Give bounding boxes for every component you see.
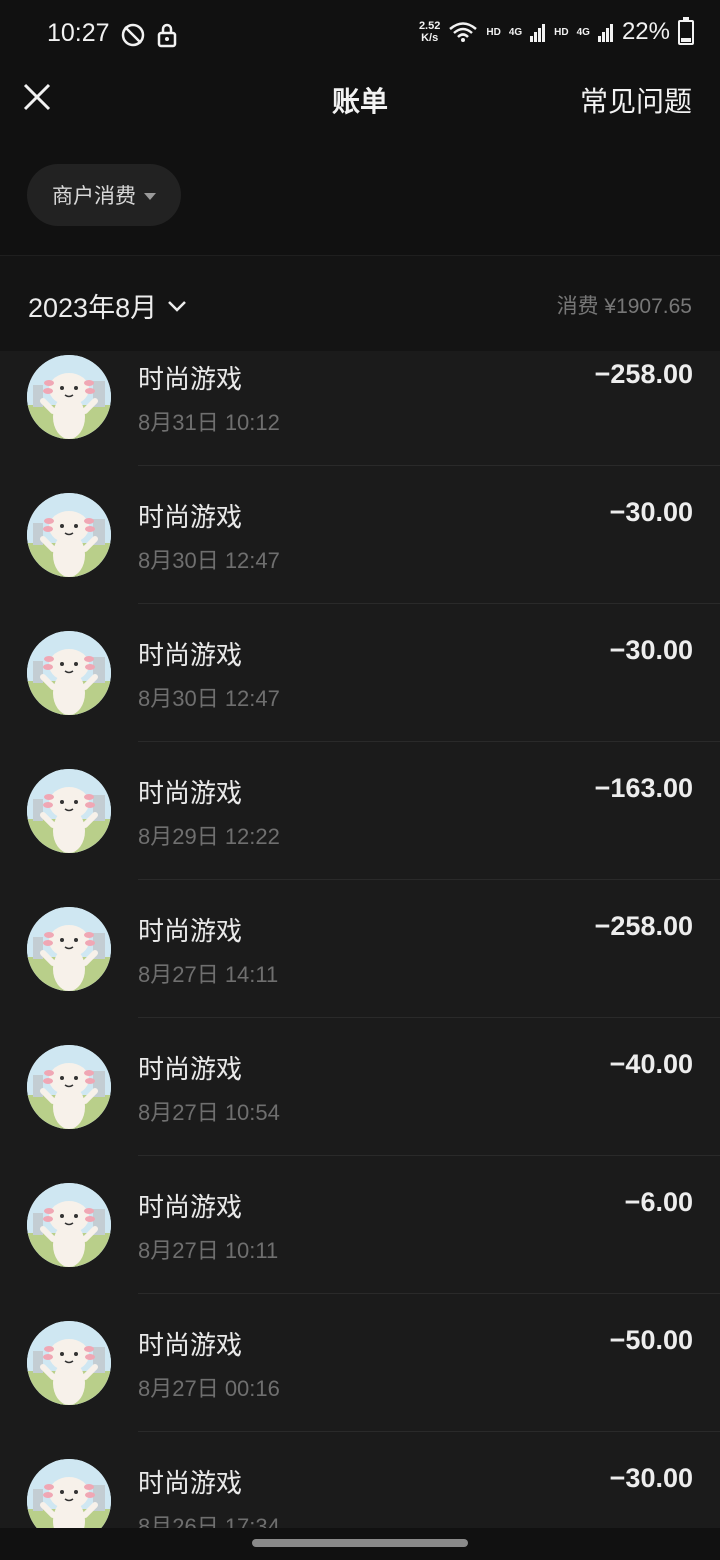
caret-down-icon bbox=[144, 192, 156, 200]
merchant-avatar bbox=[27, 1183, 111, 1267]
merchant-name: 时尚游戏 bbox=[138, 1468, 243, 1498]
status-time: 10:27 bbox=[47, 19, 110, 47]
axolotl-avatar-icon bbox=[27, 907, 111, 991]
list-item[interactable]: 时尚游戏 8月26日 17:34 −30.00 bbox=[0, 1457, 720, 1528]
merchant-name: 时尚游戏 bbox=[138, 364, 243, 394]
transaction-amount: −50.00 bbox=[609, 1325, 693, 1355]
merchant-name: 时尚游戏 bbox=[138, 502, 243, 532]
month-summary: 消费 ¥1907.65 bbox=[556, 295, 692, 318]
transaction-amount: −30.00 bbox=[609, 1463, 693, 1493]
divider bbox=[138, 1431, 720, 1432]
axolotl-avatar-icon bbox=[27, 631, 111, 715]
transaction-amount: −40.00 bbox=[609, 1049, 693, 1079]
list-item[interactable]: 时尚游戏 8月27日 10:54 −40.00 bbox=[0, 1043, 720, 1181]
transaction-amount: −30.00 bbox=[609, 635, 693, 665]
transaction-amount: −30.00 bbox=[609, 497, 693, 527]
merchant-avatar bbox=[27, 1459, 111, 1528]
status-bar: 10:27 2.52 K/s HD 4G HD 4G 22% bbox=[0, 0, 720, 70]
merchant-name: 时尚游戏 bbox=[138, 640, 243, 670]
transaction-time: 8月27日 00:16 bbox=[138, 1376, 280, 1401]
transaction-time: 8月30日 12:47 bbox=[138, 686, 280, 711]
list-item[interactable]: 时尚游戏 8月27日 00:16 −50.00 bbox=[0, 1319, 720, 1457]
merchant-name: 时尚游戏 bbox=[138, 1330, 243, 1360]
divider bbox=[138, 465, 720, 466]
axolotl-avatar-icon bbox=[27, 493, 111, 577]
month-bar: 2023年8月 消费 ¥1907.65 bbox=[0, 255, 720, 352]
hd-label-1: HD bbox=[486, 26, 501, 38]
signal-icon bbox=[530, 24, 546, 42]
transaction-time: 8月27日 10:11 bbox=[138, 1238, 279, 1263]
status-left-icons bbox=[120, 22, 178, 48]
transaction-time: 8月27日 10:54 bbox=[138, 1100, 280, 1125]
merchant-name: 时尚游戏 bbox=[138, 1192, 243, 1222]
divider bbox=[138, 741, 720, 742]
divider bbox=[138, 879, 720, 880]
transaction-amount: −6.00 bbox=[624, 1187, 693, 1217]
merchant-avatar bbox=[27, 907, 111, 991]
axolotl-avatar-icon bbox=[27, 1321, 111, 1405]
merchant-name: 时尚游戏 bbox=[138, 1054, 243, 1084]
axolotl-avatar-icon bbox=[27, 1459, 111, 1528]
status-right: 2.52 K/s HD 4G HD 4G 22% bbox=[419, 16, 694, 46]
network-label-1: 4G bbox=[508, 26, 523, 38]
list-item[interactable]: 时尚游戏 8月29日 12:22 −163.00 bbox=[0, 767, 720, 905]
wifi-icon bbox=[449, 22, 478, 42]
battery-percent: 22% bbox=[621, 18, 670, 45]
divider bbox=[138, 1293, 720, 1294]
axolotl-avatar-icon bbox=[27, 355, 111, 439]
list-item[interactable]: 时尚游戏 8月27日 10:11 −6.00 bbox=[0, 1181, 720, 1319]
axolotl-avatar-icon bbox=[27, 769, 111, 853]
merchant-name: 时尚游戏 bbox=[138, 916, 243, 946]
merchant-avatar bbox=[27, 355, 111, 439]
navigation-area bbox=[0, 1528, 720, 1560]
filter-dropdown[interactable]: 商户消费 bbox=[27, 164, 181, 226]
list-item[interactable]: 时尚游戏 8月30日 12:47 −30.00 bbox=[0, 491, 720, 629]
merchant-avatar bbox=[27, 493, 111, 577]
merchant-avatar bbox=[27, 769, 111, 853]
top-bar: 账单 常见问题 bbox=[0, 70, 720, 130]
month-selector[interactable]: 2023年8月 bbox=[28, 286, 187, 325]
network-label-2: 4G bbox=[576, 26, 590, 38]
divider bbox=[138, 1155, 720, 1156]
transaction-time: 8月29日 12:22 bbox=[138, 824, 280, 849]
transaction-amount: −258.00 bbox=[594, 359, 693, 389]
transaction-list[interactable]: 时尚游戏 8月31日 10:12 −258.00 时尚游戏 8月30日 12:4… bbox=[0, 351, 720, 1528]
divider bbox=[138, 1017, 720, 1018]
hd-label-2: HD bbox=[554, 26, 569, 38]
list-item[interactable]: 时尚游戏 8月31日 10:12 −258.00 bbox=[0, 353, 720, 491]
net-speed: 2.52 K/s bbox=[419, 20, 440, 44]
no-alarm-icon bbox=[121, 23, 145, 47]
transaction-time: 8月26日 17:34 bbox=[138, 1514, 280, 1528]
filter-label: 商户消费 bbox=[52, 185, 136, 208]
signal-icon bbox=[597, 24, 613, 42]
battery-icon bbox=[678, 16, 694, 45]
merchant-avatar bbox=[27, 631, 111, 715]
list-item[interactable]: 时尚游戏 8月30日 12:47 −30.00 bbox=[0, 629, 720, 767]
merchant-name: 时尚游戏 bbox=[138, 778, 243, 808]
transaction-time: 8月30日 12:47 bbox=[138, 548, 280, 573]
transaction-time: 8月27日 14:11 bbox=[138, 962, 279, 987]
axolotl-avatar-icon bbox=[27, 1045, 111, 1129]
transaction-amount: −163.00 bbox=[594, 773, 693, 803]
chevron-down-icon bbox=[168, 300, 186, 312]
divider bbox=[138, 603, 720, 604]
net-speed-value: 2.52 bbox=[418, 20, 441, 32]
axolotl-avatar-icon bbox=[27, 1183, 111, 1267]
transaction-time: 8月31日 10:12 bbox=[138, 410, 280, 435]
transaction-amount: −258.00 bbox=[594, 911, 693, 941]
merchant-avatar bbox=[27, 1321, 111, 1405]
merchant-avatar bbox=[27, 1045, 111, 1129]
net-speed-unit: K/s bbox=[421, 32, 439, 44]
lock-icon bbox=[157, 23, 177, 48]
month-label: 2023年8月 bbox=[28, 293, 158, 323]
list-item[interactable]: 时尚游戏 8月27日 14:11 −258.00 bbox=[0, 905, 720, 1043]
home-indicator[interactable] bbox=[252, 1539, 468, 1547]
faq-link[interactable]: 常见问题 bbox=[580, 80, 692, 120]
battery-fill bbox=[681, 37, 691, 42]
